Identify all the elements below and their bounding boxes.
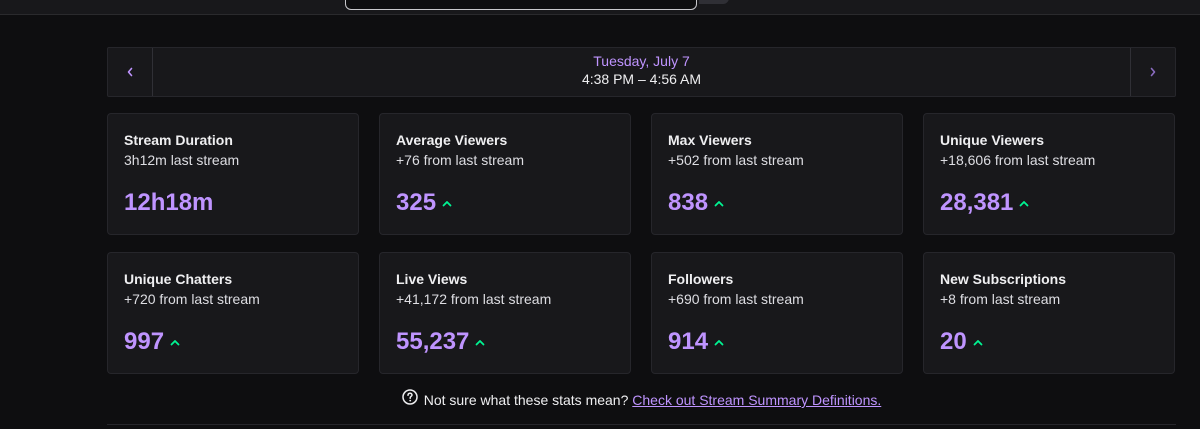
trend-up-icon — [973, 328, 983, 356]
stat-title: Followers — [668, 271, 734, 287]
stat-title: New Subscriptions — [940, 271, 1067, 287]
stat-value-row: 12h18m — [124, 189, 213, 217]
stat-title: Average Viewers — [396, 132, 508, 148]
stat-value: 325 — [396, 189, 437, 216]
stat-value-row: 914 — [668, 328, 724, 356]
stat-comparison: +8 from last stream — [940, 291, 1061, 307]
stat-title: Max Viewers — [668, 132, 752, 148]
stat-value-row: 55,237 — [396, 328, 485, 356]
stat-value: 997 — [124, 328, 165, 355]
stat-value: 20 — [940, 328, 967, 355]
stats-grid: Stream Duration 3h12m last stream 12h18m… — [107, 113, 1175, 374]
stat-card-max-viewers: Max Viewers +502 from last stream 838 — [651, 113, 903, 235]
stream-time-range: 4:38 PM – 4:56 AM — [581, 71, 702, 87]
trend-up-icon — [442, 189, 452, 217]
stream-summary-definitions-link[interactable]: Check out Stream Summary Definitions. — [632, 392, 881, 408]
trend-up-icon — [170, 328, 180, 356]
stat-card-live-views: Live Views +41,172 from last stream 55,2… — [379, 252, 631, 374]
trend-up-icon — [1019, 189, 1029, 217]
stats-help-footer: Not sure what these stats mean? Check ou… — [0, 389, 1200, 411]
next-stream-button[interactable] — [1130, 48, 1175, 96]
stat-card-stream-duration: Stream Duration 3h12m last stream 12h18m — [107, 113, 359, 235]
stream-date: Tuesday, July 7 — [593, 53, 690, 69]
stat-comparison: +690 from last stream — [668, 291, 804, 307]
stat-value-row: 997 — [124, 328, 180, 356]
stat-value-row: 325 — [396, 189, 452, 217]
stat-title: Unique Viewers — [940, 132, 1045, 148]
stat-title: Unique Chatters — [124, 271, 233, 287]
trend-up-icon — [714, 328, 724, 356]
stat-value: 12h18m — [124, 189, 214, 216]
previous-stream-button[interactable] — [108, 48, 153, 96]
stat-value-row: 20 — [940, 328, 983, 356]
stat-comparison: +720 from last stream — [124, 291, 260, 307]
stat-comparison: +41,172 from last stream — [396, 291, 552, 307]
divider — [107, 424, 1176, 425]
trend-up-icon — [714, 189, 724, 217]
stat-comparison: +502 from last stream — [668, 152, 804, 168]
stat-value-row: 28,381 — [940, 189, 1029, 217]
question-circle-icon — [401, 389, 418, 409]
help-question-text: Not sure what these stats mean? — [423, 392, 629, 408]
stat-value: 28,381 — [940, 189, 1014, 216]
stat-card-unique-viewers: Unique Viewers +18,606 from last stream … — [923, 113, 1175, 235]
search-input[interactable] — [345, 0, 697, 10]
search-button[interactable] — [699, 0, 729, 4]
stat-card-new-subscriptions: New Subscriptions +8 from last stream 20 — [923, 252, 1175, 374]
date-navigator: Tuesday, July 7 4:38 PM – 4:56 AM — [107, 47, 1176, 97]
stat-value: 914 — [668, 328, 709, 355]
stat-card-unique-chatters: Unique Chatters +720 from last stream 99… — [107, 252, 359, 374]
trend-up-icon — [475, 328, 485, 356]
stat-comparison: +18,606 from last stream — [940, 152, 1096, 168]
stat-comparison: +76 from last stream — [396, 152, 524, 168]
chevron-left-icon — [127, 67, 133, 77]
stat-card-followers: Followers +690 from last stream 914 — [651, 252, 903, 374]
stat-comparison: 3h12m last stream — [124, 152, 240, 168]
stat-title: Live Views — [396, 271, 468, 287]
stat-value-row: 838 — [668, 189, 724, 217]
stat-value: 838 — [668, 189, 709, 216]
date-display: Tuesday, July 7 4:38 PM – 4:56 AM — [152, 52, 1131, 88]
stat-value: 55,237 — [396, 328, 470, 355]
stat-title: Stream Duration — [124, 132, 233, 148]
chevron-right-icon — [1150, 67, 1156, 77]
stat-card-average-viewers: Average Viewers +76 from last stream 325 — [379, 113, 631, 235]
top-bar — [0, 0, 1200, 15]
